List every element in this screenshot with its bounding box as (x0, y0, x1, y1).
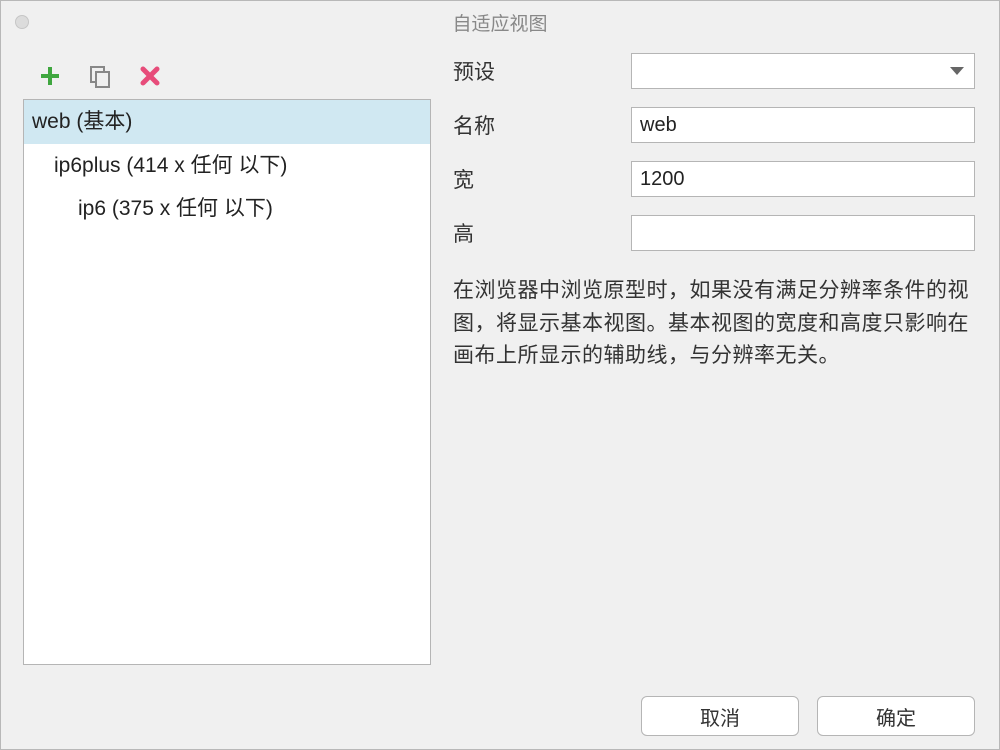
copy-icon (88, 64, 112, 88)
x-icon (140, 66, 160, 86)
delete-button[interactable] (137, 63, 163, 89)
dialog-window: 自适应视图 (0, 0, 1000, 750)
cancel-button-label: 取消 (700, 702, 740, 731)
views-list[interactable]: web (基本) ip6plus (414 x 任何 以下) ip6 (375 … (23, 99, 431, 665)
add-button[interactable] (37, 63, 63, 89)
ok-button[interactable]: 确定 (817, 696, 975, 736)
list-item-label: ip6 (375 x 任何 以下) (78, 197, 273, 220)
preset-select[interactable] (631, 53, 975, 89)
right-panel: 预设 名称 宽 高 (453, 53, 975, 665)
height-row: 高 (453, 215, 975, 251)
copy-button[interactable] (87, 63, 113, 89)
preset-label: 预设 (453, 56, 631, 86)
height-input[interactable] (631, 215, 975, 251)
width-row: 宽 (453, 161, 975, 197)
list-item[interactable]: ip6plus (414 x 任何 以下) (24, 144, 430, 188)
content-area: web (基本) ip6plus (414 x 任何 以下) ip6 (375 … (1, 43, 999, 683)
left-panel: web (基本) ip6plus (414 x 任何 以下) ip6 (375 … (23, 53, 431, 665)
name-label: 名称 (453, 110, 631, 140)
list-item-label: web (基本) (32, 110, 132, 133)
footer: 取消 确定 (1, 683, 999, 749)
width-label: 宽 (453, 164, 631, 194)
cancel-button[interactable]: 取消 (641, 696, 799, 736)
height-label: 高 (453, 218, 631, 248)
list-item[interactable]: web (基本) (24, 100, 430, 144)
close-window-icon[interactable] (15, 15, 29, 29)
plus-icon (39, 65, 61, 87)
name-row: 名称 (453, 107, 975, 143)
width-input[interactable] (631, 161, 975, 197)
preset-row: 预设 (453, 53, 975, 89)
chevron-down-icon (950, 67, 964, 75)
titlebar: 自适应视图 (1, 1, 999, 43)
name-input[interactable] (631, 107, 975, 143)
help-text: 在浏览器中浏览原型时，如果没有满足分辨率条件的视图，将显示基本视图。基本视图的宽… (453, 275, 975, 373)
window-title: 自适应视图 (1, 9, 999, 36)
ok-button-label: 确定 (876, 702, 916, 731)
list-item-label: ip6plus (414 x 任何 以下) (54, 154, 287, 177)
list-item[interactable]: ip6 (375 x 任何 以下) (24, 187, 430, 231)
toolbar (23, 53, 431, 99)
